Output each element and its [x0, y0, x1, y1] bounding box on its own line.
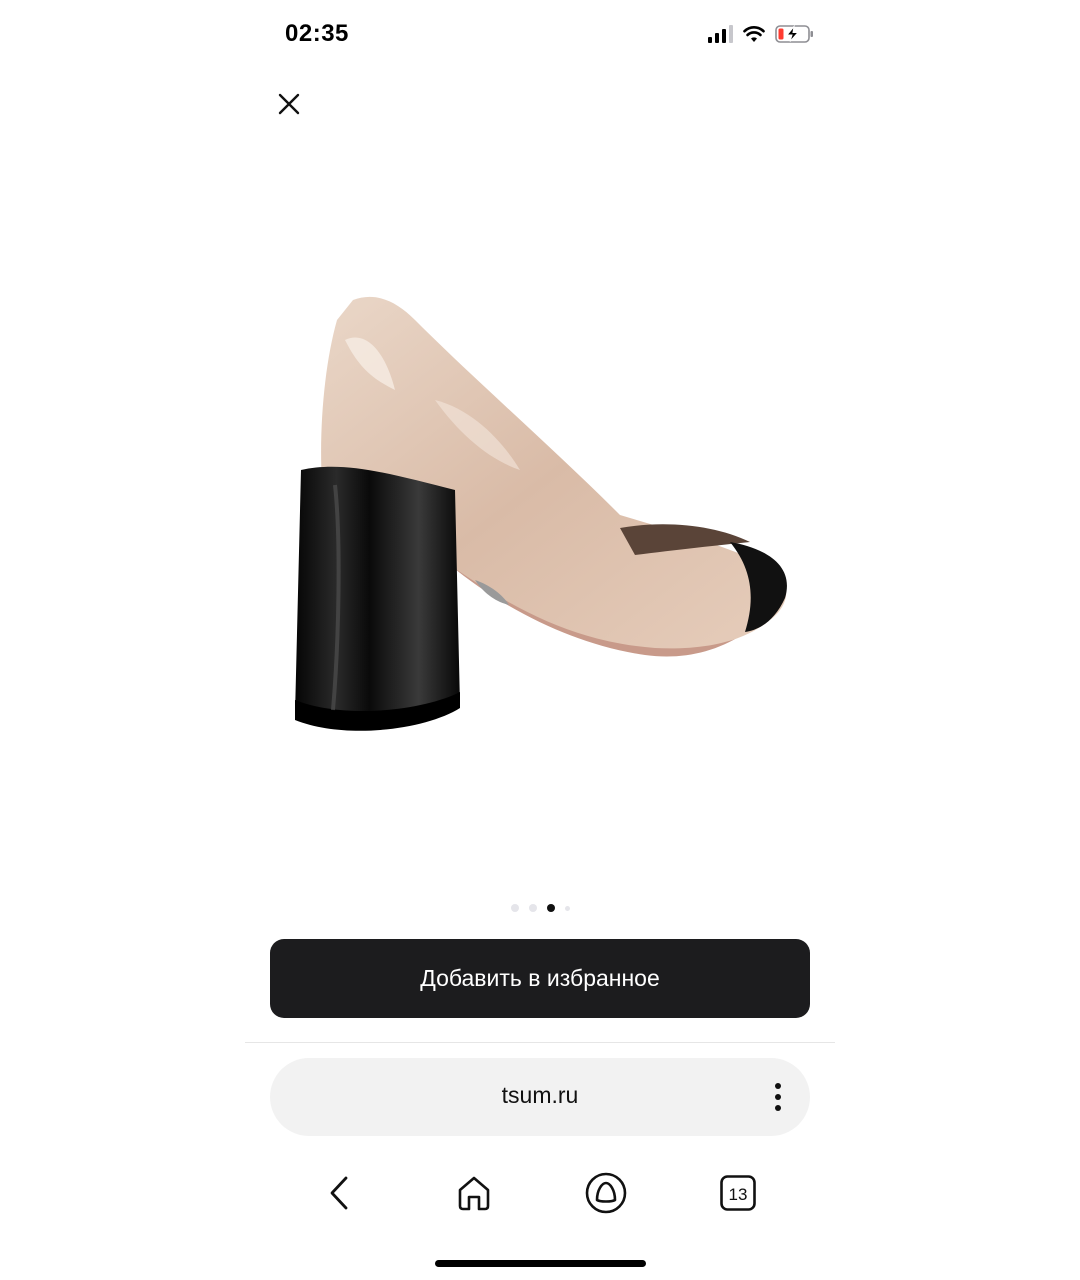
gallery-dot[interactable] — [510, 904, 519, 912]
cellular-signal-icon — [708, 25, 733, 43]
browser-bottom-nav: 13 — [245, 1170, 835, 1216]
gallery-pagination[interactable] — [245, 904, 835, 912]
phone-screen: 02:35 Добавить в избранное tsum.ru 13 — [245, 0, 835, 1280]
wifi-icon — [743, 26, 765, 42]
home-icon — [458, 1176, 490, 1211]
home-button[interactable] — [451, 1170, 497, 1216]
tabs-button[interactable]: 13 — [715, 1170, 761, 1216]
gallery-dot-active[interactable] — [546, 904, 555, 912]
gallery-dot[interactable] — [564, 905, 570, 911]
divider — [245, 1042, 835, 1043]
battery-charging-icon — [775, 24, 813, 43]
back-button[interactable] — [317, 1170, 363, 1216]
close-icon — [278, 93, 300, 115]
gallery-dot[interactable] — [528, 904, 537, 912]
product-image[interactable] — [275, 280, 805, 740]
assistant-icon — [585, 1172, 627, 1214]
home-indicator[interactable] — [435, 1260, 646, 1267]
assistant-button[interactable] — [583, 1170, 629, 1216]
address-text[interactable]: tsum.ru — [270, 1082, 810, 1109]
status-time: 02:35 — [285, 20, 349, 47]
more-vertical-icon[interactable] — [774, 1082, 782, 1112]
tabs-count: 13 — [729, 1185, 748, 1204]
back-arrow-icon — [330, 1176, 348, 1210]
browser-address-bar[interactable]: tsum.ru — [270, 1058, 810, 1136]
close-button[interactable] — [275, 90, 303, 118]
tabs-icon: 13 — [720, 1175, 756, 1211]
status-icons — [708, 24, 815, 44]
add-to-favorites-button[interactable]: Добавить в избранное — [270, 939, 810, 1018]
